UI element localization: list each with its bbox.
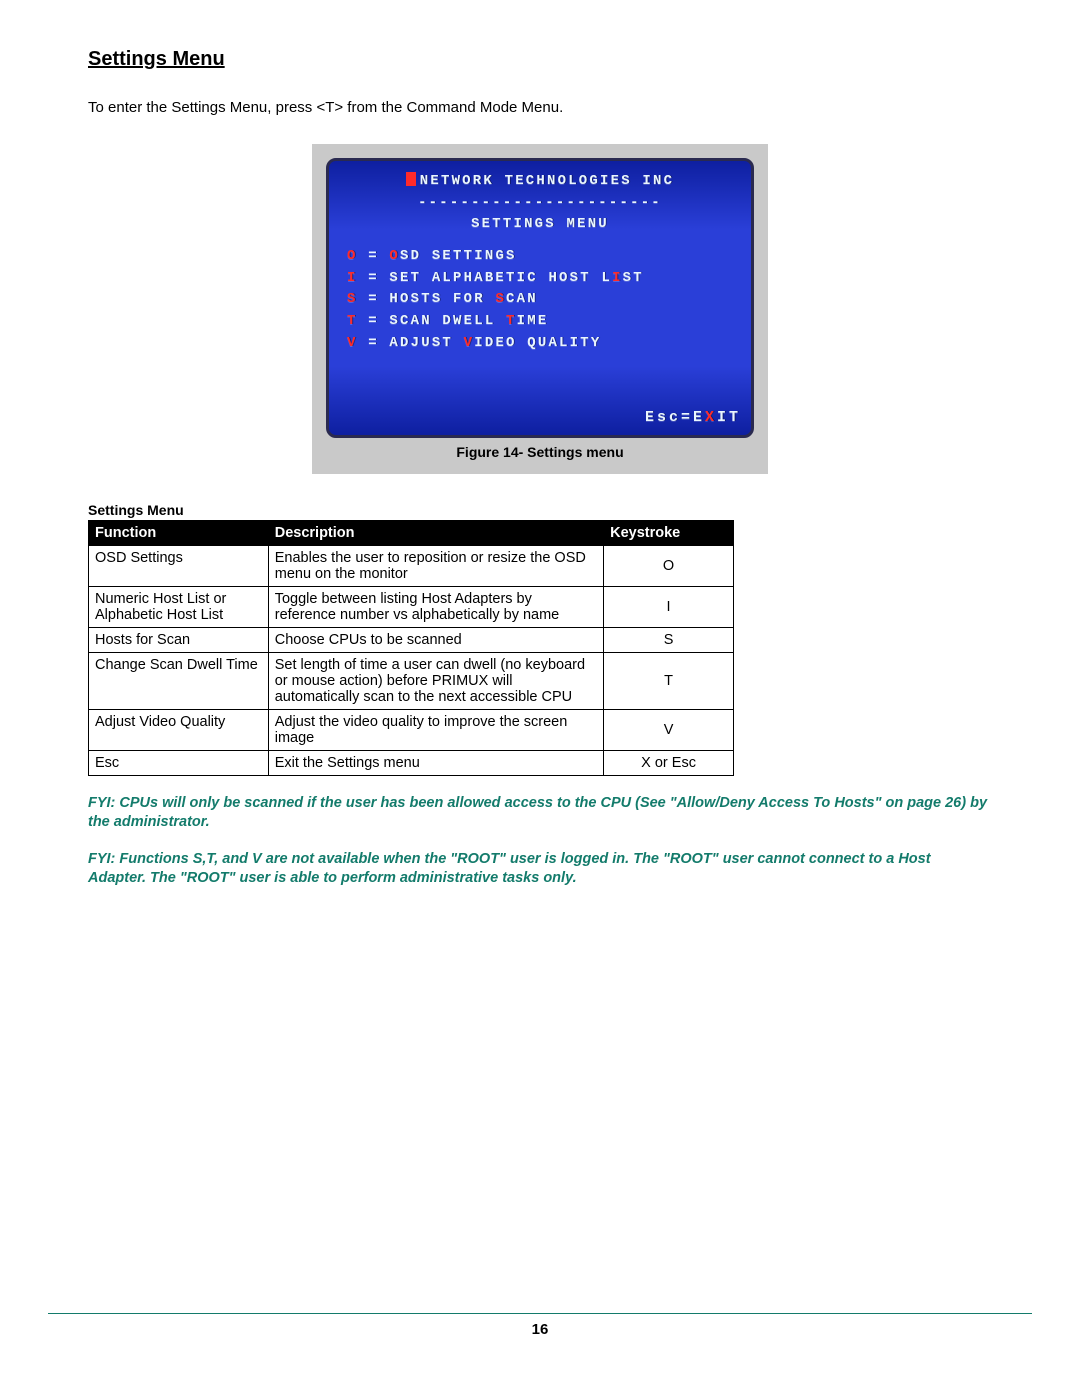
footer-rule (48, 1313, 1032, 1314)
cell-description: Exit the Settings menu (268, 751, 603, 776)
screenshot-frame: NETWORK TECHNOLOGIES INC ---------------… (312, 144, 768, 474)
cell-description: Toggle between listing Host Adapters by … (268, 587, 603, 628)
crt-menu-item: O = OSD SETTINGS (347, 246, 739, 268)
cell-description: Choose CPUs to be scanned (268, 628, 603, 653)
cell-keystroke: T (604, 653, 734, 710)
crt-menu-list: O = OSD SETTINGS I = SET ALPHABETIC HOST… (341, 246, 739, 354)
col-description: Description (268, 521, 603, 546)
cell-keystroke: V (604, 710, 734, 751)
table-row: Adjust Video Quality Adjust the video qu… (89, 710, 734, 751)
crt-screen: NETWORK TECHNOLOGIES INC ---------------… (326, 158, 754, 438)
cell-keystroke: S (604, 628, 734, 653)
settings-table: Function Description Keystroke OSD Setti… (88, 520, 734, 776)
figure-caption: Figure 14- Settings menu (326, 444, 754, 460)
cell-function: OSD Settings (89, 546, 269, 587)
table-row: Numeric Host List or Alphabetic Host Lis… (89, 587, 734, 628)
crt-menu-item: I = SET ALPHABETIC HOST LIST (347, 268, 739, 290)
table-row: Change Scan Dwell Time Set length of tim… (89, 653, 734, 710)
crt-footer: Esc=EXIT (645, 406, 741, 429)
cell-function: Change Scan Dwell Time (89, 653, 269, 710)
cell-keystroke: X or Esc (604, 751, 734, 776)
col-keystroke: Keystroke (604, 521, 734, 546)
fyi-note-2: FYI: Functions S,T, and V are not availa… (88, 850, 992, 888)
cursor-icon (406, 172, 416, 186)
cell-description: Adjust the video quality to improve the … (268, 710, 603, 751)
cell-keystroke: I (604, 587, 734, 628)
cell-description: Enables the user to reposition or resize… (268, 546, 603, 587)
cell-function: Esc (89, 751, 269, 776)
cell-function: Numeric Host List or Alphabetic Host Lis… (89, 587, 269, 628)
fyi-note-1: FYI: CPUs will only be scanned if the us… (88, 794, 992, 832)
figure-wrapper: NETWORK TECHNOLOGIES INC ---------------… (88, 144, 992, 474)
crt-menu-item: T = SCAN DWELL TIME (347, 311, 739, 333)
cell-function: Adjust Video Quality (89, 710, 269, 751)
cell-keystroke: O (604, 546, 734, 587)
table-header-row: Function Description Keystroke (89, 521, 734, 546)
section-title: Settings Menu (88, 48, 992, 71)
table-row: Esc Exit the Settings menu X or Esc (89, 751, 734, 776)
page-number: 16 (0, 1321, 1080, 1338)
intro-text: To enter the Settings Menu, press <T> fr… (88, 99, 992, 116)
crt-heading: SETTINGS MENU (341, 214, 739, 236)
document-page: Settings Menu To enter the Settings Menu… (0, 0, 1080, 1350)
cell-description: Set length of time a user can dwell (no … (268, 653, 603, 710)
crt-divider: ----------------------- (341, 193, 739, 215)
table-row: Hosts for Scan Choose CPUs to be scanned… (89, 628, 734, 653)
cell-function: Hosts for Scan (89, 628, 269, 653)
table-row: OSD Settings Enables the user to reposit… (89, 546, 734, 587)
crt-menu-item: S = HOSTS FOR SCAN (347, 289, 739, 311)
col-function: Function (89, 521, 269, 546)
crt-menu-item: V = ADJUST VIDEO QUALITY (347, 333, 739, 355)
crt-company: NETWORK TECHNOLOGIES INC (420, 173, 674, 189)
table-title: Settings Menu (88, 502, 992, 518)
